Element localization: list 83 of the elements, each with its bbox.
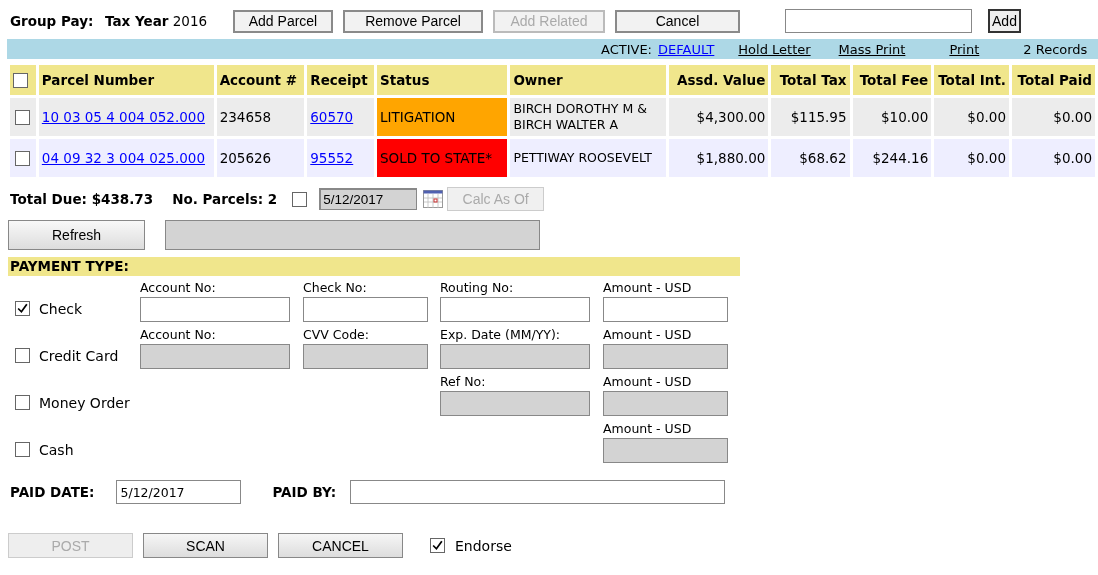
field-label: Amount - USD (603, 280, 693, 297)
toolbar-button[interactable]: Cancel (615, 9, 740, 33)
table-cell: BIRCH DOROTHY M & BIRCH WALTER A (510, 98, 667, 136)
field-label: CVV Code: (303, 327, 370, 344)
row-checkbox[interactable] (15, 110, 31, 126)
endorse-checkbox[interactable] (430, 538, 445, 553)
column-header: Total Tax (771, 65, 850, 95)
field-label: Account No: (140, 327, 217, 344)
table-cell: $0.00 (934, 98, 1009, 136)
endorse-label: Endorse (455, 537, 512, 554)
column-header: Receipt (307, 65, 375, 95)
refresh-button[interactable]: Refresh (8, 220, 145, 250)
table-cell: $0.00 (934, 139, 1009, 177)
field-label: Amount - USD (603, 421, 693, 438)
toolbar-link[interactable]: Print (949, 41, 980, 57)
input-field[interactable] (140, 297, 290, 322)
receipt-link[interactable]: 95552 (310, 150, 354, 166)
field-label: Check No: (303, 280, 368, 297)
paid-by-field[interactable] (350, 480, 726, 504)
payment-checkbox[interactable] (15, 301, 30, 316)
table-cell: $4,300.00 (669, 98, 769, 136)
column-header: Total Paid (1012, 65, 1095, 95)
table-cell: $1,880.00 (669, 139, 769, 177)
toolbar-button[interactable]: Remove Parcel (343, 9, 483, 33)
table-cell: $115.95 (771, 98, 850, 136)
parcel-link[interactable]: 10 03 05 4 004 052.000 (41, 109, 205, 125)
action-button[interactable]: SCAN (143, 533, 268, 558)
active-link[interactable]: DEFAULT (658, 41, 715, 57)
column-header: Owner (510, 65, 667, 95)
row-checkbox[interactable] (15, 151, 31, 167)
field-label: Ref No: (440, 374, 487, 391)
input-field[interactable] (303, 297, 428, 322)
input-field[interactable] (440, 297, 590, 322)
column-header: Account # (216, 65, 305, 95)
table-cell: $0.00 (1012, 139, 1095, 177)
field-label: Amount - USD (603, 374, 693, 391)
status-cell: LITIGATION (377, 98, 508, 136)
field-label: Amount - USD (603, 327, 693, 344)
active-label: ACTIVE: (601, 41, 652, 57)
table-cell: $10.00 (852, 98, 932, 136)
select-all-checkbox[interactable] (13, 73, 28, 89)
action-button[interactable]: CANCEL (278, 533, 403, 558)
parcel-link[interactable]: 04 09 32 3 004 025.000 (41, 150, 205, 166)
tax-year-label: Tax Year 2016 (105, 13, 209, 29)
paid-date-label: PAID DATE: (10, 484, 95, 500)
payment-checkbox[interactable] (15, 395, 30, 410)
parcel-count: No. Parcels: 2 (172, 191, 278, 207)
table-cell: PETTIWAY ROOSEVELT (510, 139, 667, 177)
field-label: Exp. Date (MM/YY): (440, 327, 562, 344)
input-field[interactable] (603, 297, 728, 322)
receipt-link[interactable]: 60570 (310, 109, 354, 125)
column-header: Total Int. (934, 65, 1009, 95)
total-due: Total Due: $438.73 (10, 191, 154, 207)
table-cell: $0.00 (1012, 98, 1095, 136)
table-cell: 205626 (216, 139, 305, 177)
column-header: Assd. Value (669, 65, 769, 95)
toolbar-link[interactable]: Mass Print (838, 41, 906, 57)
paid-by-label: PAID BY: (272, 484, 337, 500)
calendar-icon[interactable] (423, 190, 444, 208)
record-count: 2 Records (1023, 41, 1088, 57)
column-header: Parcel Number (38, 65, 214, 95)
payment-type-label: Cash (39, 441, 74, 458)
parcel-input-field[interactable] (785, 9, 972, 33)
field-label: Account No: (140, 280, 217, 297)
payment-type-label: Credit Card (39, 347, 119, 364)
paid-date-field[interactable]: 5/12/2017 (116, 480, 242, 504)
section-header: PAYMENT TYPE: (8, 257, 740, 276)
payment-checkbox[interactable] (15, 442, 30, 457)
payment-type-label: Check (39, 300, 83, 317)
column-header: Status (377, 65, 508, 95)
toolbar-button[interactable]: Add Parcel (233, 9, 333, 33)
toolbar-link[interactable]: Hold Letter (738, 41, 811, 57)
add-button[interactable]: Add (988, 9, 1021, 33)
payment-type-label: Money Order (39, 394, 130, 411)
field-label: Routing No: (440, 280, 515, 297)
page-title: Group Pay: (10, 13, 95, 29)
calc-checkbox[interactable] (292, 191, 308, 207)
table-cell: 234658 (216, 98, 305, 136)
table-cell: $68.62 (771, 139, 850, 177)
column-header: Total Fee (852, 65, 932, 95)
table-cell: $244.16 (852, 139, 932, 177)
status-cell: SOLD TO STATE* (377, 139, 508, 177)
payment-checkbox[interactable] (15, 348, 30, 363)
